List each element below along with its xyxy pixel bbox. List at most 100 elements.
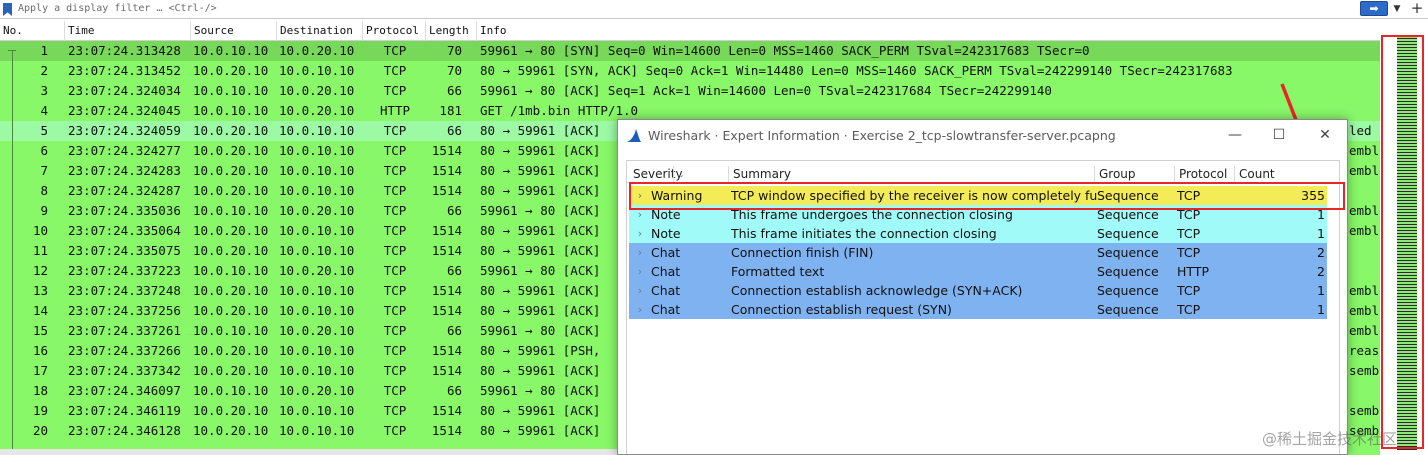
packet-number: 19 (32, 403, 48, 418)
apply-filter-button[interactable]: ➡ (1360, 1, 1388, 16)
packet-protocol: TCP (383, 183, 407, 198)
column-header-source[interactable]: Source (191, 21, 277, 41)
packet-destination: 10.0.10.10 (279, 283, 355, 298)
packet-protocol: TCP (383, 63, 407, 78)
packet-protocol: TCP (383, 423, 407, 438)
add-filter-button[interactable]: + (1409, 0, 1425, 18)
column-header-protocol[interactable]: Protocol (1174, 166, 1234, 183)
bookmark-icon[interactable] (3, 3, 12, 16)
entry-count: 2 (1317, 245, 1325, 260)
packet-number: 17 (32, 363, 48, 378)
expand-chevron-icon[interactable]: › (633, 281, 647, 300)
packet-time: 23:07:24.337256 (68, 303, 181, 318)
dialog-title: Wireshark · Expert Information · Exercis… (648, 128, 1116, 143)
info-overflow-fragment: sembled (1349, 403, 1380, 418)
packet-time: 23:07:24.335075 (68, 243, 181, 258)
packet-protocol: TCP (383, 243, 407, 258)
expand-chevron-icon[interactable]: › (633, 300, 647, 319)
entry-summary: Formatted text (731, 264, 825, 279)
packet-length: 1514 (431, 243, 462, 258)
column-header-destination[interactable]: Destination (277, 21, 363, 41)
expert-entry-row[interactable]: › Note This frame initiates the connection… (629, 224, 1327, 243)
column-header-count[interactable]: Count (1234, 166, 1324, 183)
packet-destination: 10.0.10.10 (279, 363, 355, 378)
packet-time: 23:07:24.324277 (68, 143, 181, 158)
column-header-group[interactable]: Group (1094, 166, 1174, 183)
expert-entry-row[interactable]: › Chat Formatted text Sequence HTTP 2 (629, 262, 1327, 281)
packet-source: 10.0.20.10 (193, 343, 269, 358)
column-header-protocol[interactable]: Protocol (363, 21, 426, 41)
packet-destination: 10.0.20.10 (279, 383, 355, 398)
packet-row[interactable]: 1 23:07:24.313428 10.0.10.10 10.0.20.10 TCP 7… (0, 41, 1380, 61)
packet-length: 1514 (431, 423, 462, 438)
expert-entry-row[interactable]: › Chat Connection establish request (SYN) S… (629, 300, 1327, 319)
packet-time: 23:07:24.337223 (68, 263, 181, 278)
column-header-info[interactable]: Info (477, 21, 1380, 41)
watermark: @稀土掘金技术社区 (1262, 430, 1398, 448)
horizontal-scrollbar[interactable] (0, 449, 620, 455)
packet-row[interactable]: 4 23:07:24.324045 10.0.10.10 10.0.20.10 HTTP… (0, 101, 1380, 121)
packet-destination: 10.0.10.10 (279, 223, 355, 238)
expert-info-header: Severity ⌄ Summary Group Protocol Count (627, 161, 1339, 183)
packet-source: 10.0.10.10 (193, 203, 269, 218)
packet-source: 10.0.10.10 (193, 103, 269, 118)
packet-row[interactable]: 2 23:07:24.313452 10.0.20.10 10.0.10.10 TCP 7… (0, 61, 1380, 81)
packet-protocol: TCP (383, 143, 407, 158)
close-button[interactable]: ✕ (1302, 120, 1347, 150)
expert-info-dialog: Wireshark · Expert Information · Exercis… (617, 119, 1348, 455)
packet-length: 66 (446, 383, 462, 398)
packet-destination: 10.0.10.10 (279, 403, 355, 418)
expert-entry-row[interactable]: › Chat Connection establish acknowledge (S… (629, 281, 1327, 300)
expert-entry-row[interactable]: › Chat Connection finish (FIN) Sequence TCP 2 (629, 243, 1327, 262)
display-filter-bar: Apply a display filter … <Ctrl-/> ➡ ▼ + (0, 0, 1428, 19)
packet-number: 9 (40, 203, 48, 218)
expand-chevron-icon[interactable]: › (633, 224, 647, 243)
info-overflow-fragment: led PDU (1349, 123, 1380, 138)
packet-number: 2 (40, 63, 48, 78)
packet-time: 23:07:24.337266 (68, 343, 181, 358)
packet-source: 10.0.20.10 (193, 63, 269, 78)
packet-source: 10.0.20.10 (193, 223, 269, 238)
packet-length: 1514 (431, 303, 462, 318)
packet-destination: 10.0.10.10 (279, 143, 355, 158)
packet-protocol: TCP (383, 263, 407, 278)
packet-number: 20 (32, 423, 48, 438)
minimize-button[interactable]: — (1212, 120, 1258, 150)
entry-summary: This frame initiates the connection clos… (731, 226, 997, 241)
packet-number: 13 (32, 283, 48, 298)
entry-summary: Connection finish (FIN) (731, 245, 874, 260)
packet-source: 10.0.10.10 (193, 323, 269, 338)
info-overflow-fragment: embled (1349, 283, 1380, 298)
related-packet-marker (8, 50, 16, 51)
packet-length: 1514 (431, 363, 462, 378)
packet-source: 10.0.10.10 (193, 263, 269, 278)
expand-chevron-icon[interactable]: › (633, 243, 647, 262)
packet-time: 23:07:24.335064 (68, 223, 181, 238)
packet-time: 23:07:24.337261 (68, 323, 181, 338)
expand-chevron-icon[interactable]: › (633, 262, 647, 281)
packet-destination: 10.0.20.10 (279, 83, 355, 98)
packet-source: 10.0.20.10 (193, 243, 269, 258)
packet-row[interactable]: 3 23:07:24.324034 10.0.10.10 10.0.20.10 TCP 6… (0, 81, 1380, 101)
dialog-titlebar[interactable]: Wireshark · Expert Information · Exercis… (618, 120, 1347, 152)
packet-time: 23:07:24.337342 (68, 363, 181, 378)
entry-count: 1 (1317, 226, 1325, 241)
packet-info: 59961 → 80 [SYN] Seq=0 Win=14600 Len=0 M… (480, 43, 1090, 58)
maximize-button[interactable]: ☐ (1256, 120, 1302, 150)
column-header-no[interactable]: No. (0, 21, 65, 41)
column-header-summary[interactable]: Summary (728, 166, 1094, 183)
display-filter-input[interactable]: Apply a display filter … <Ctrl-/> (18, 0, 1356, 18)
info-overflow-fragment: embled (1349, 303, 1380, 318)
column-header-length[interactable]: Length (426, 21, 477, 41)
packet-destination: 10.0.20.10 (279, 323, 355, 338)
packet-length: 66 (446, 123, 462, 138)
filter-dropdown-button[interactable]: ▼ (1391, 1, 1403, 17)
entry-severity: Chat (651, 245, 681, 260)
packet-number: 7 (40, 163, 48, 178)
column-header-time[interactable]: Time (65, 21, 191, 41)
packet-destination: 10.0.20.10 (279, 43, 355, 58)
packet-length: 66 (446, 263, 462, 278)
entry-severity: Chat (651, 283, 681, 298)
arrow-right-icon: ➡ (1369, 2, 1379, 15)
packet-protocol: TCP (383, 223, 407, 238)
